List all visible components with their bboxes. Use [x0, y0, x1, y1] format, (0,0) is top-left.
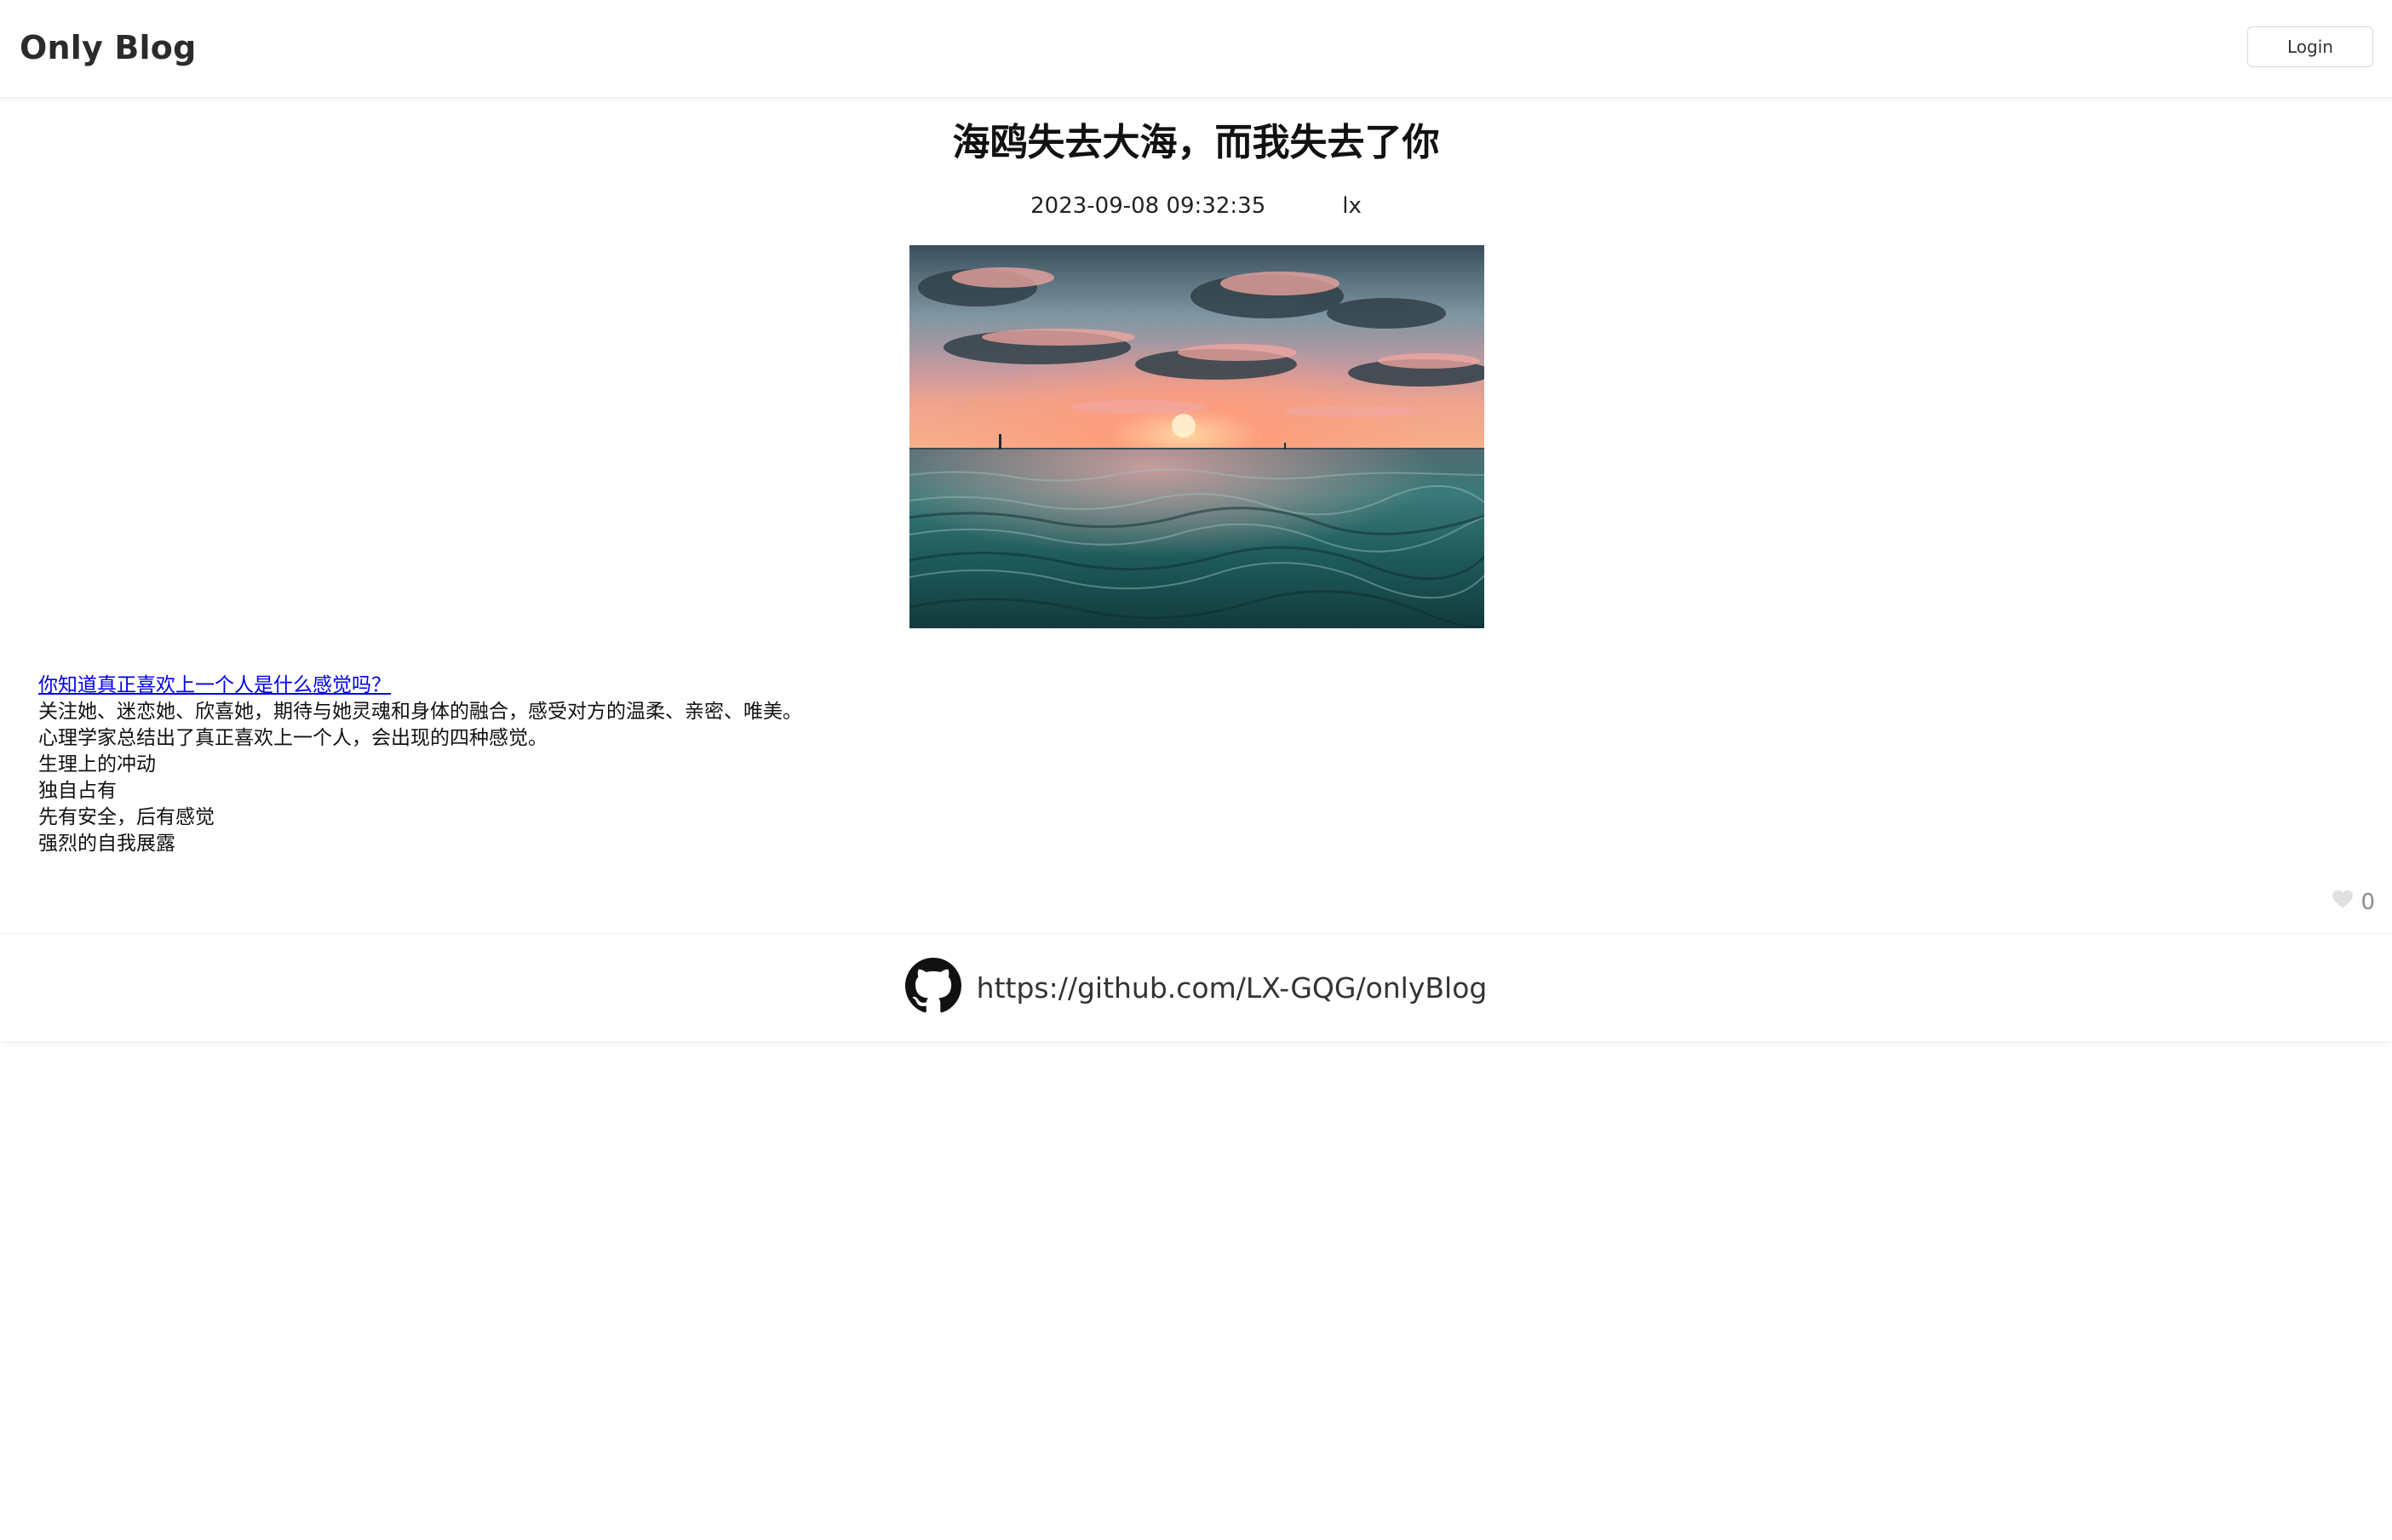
post-date: 2023-09-08 09:32:35: [1030, 193, 1266, 219]
content-question-link[interactable]: 你知道真正喜欢上一个人是什么感觉吗？: [38, 674, 391, 696]
content-line: 强烈的自我展露: [38, 833, 175, 855]
post-title: 海鸥失去大海，而我失去了你: [952, 121, 1440, 164]
github-icon[interactable]: [904, 958, 961, 1017]
login-button[interactable]: Login: [2247, 26, 2373, 67]
content-line: 关注她、迷恋她、欣喜她，期待与她灵魂和身体的融合，感受对方的温柔、亲密、唯美。: [38, 701, 802, 723]
like-count: 0: [2360, 889, 2375, 915]
post-cover-image: [909, 245, 1484, 628]
content-line: 先有安全，后有感觉: [38, 806, 215, 828]
site-brand[interactable]: Only Blog: [20, 26, 196, 69]
content-line: 心理学家总结出了真正喜欢上一个人，会出现的四种感觉。: [38, 727, 548, 749]
post-author: lx: [1342, 193, 1362, 219]
post-meta: 2023-09-08 09:32:35 lx: [0, 191, 2392, 221]
content-line: 独自占有: [38, 780, 117, 802]
content-line: 生理上的冲动: [38, 753, 156, 776]
post-content: 你知道真正喜欢上一个人是什么感觉吗？ 关注她、迷恋她、欣喜她，期待与她灵魂和身体…: [38, 673, 802, 857]
site-footer: https://github.com/LX-GQG/onlyBlog: [0, 933, 2392, 1041]
top-navbar: Only Blog Login: [0, 0, 2392, 98]
heart-icon: [2332, 889, 2360, 915]
github-repo-link[interactable]: https://github.com/LX-GQG/onlyBlog: [977, 971, 1488, 1005]
like-button[interactable]: 0: [2332, 889, 2375, 915]
